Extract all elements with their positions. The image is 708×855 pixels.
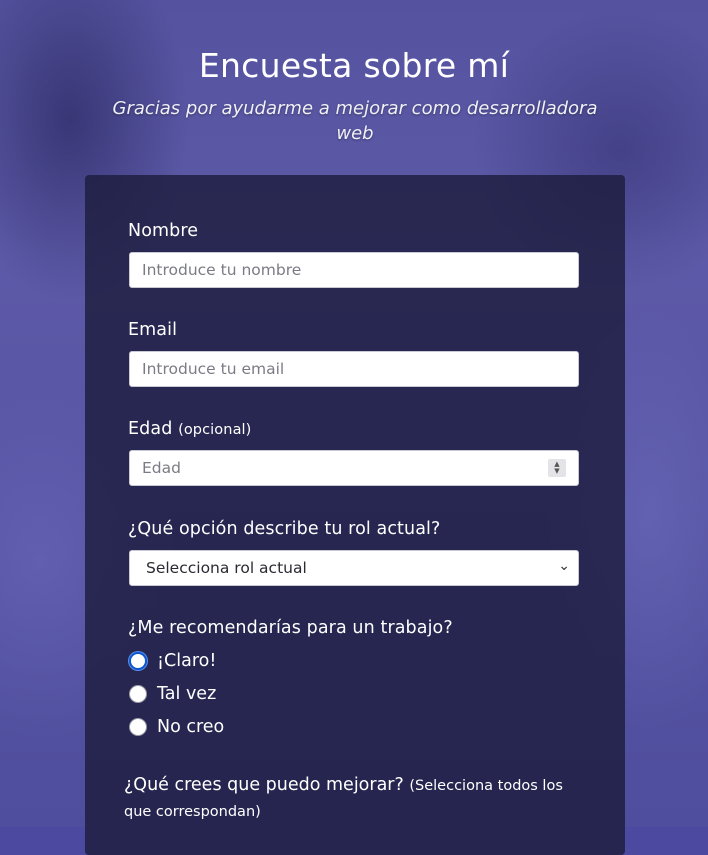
age-label: Edad (opcional) bbox=[128, 419, 251, 439]
recommend-option-label: ¡Claro! bbox=[157, 651, 217, 671]
role-select[interactable]: Selecciona rol actual ⌄ bbox=[129, 550, 579, 586]
name-label: Nombre bbox=[128, 221, 199, 241]
age-placeholder: Edad bbox=[142, 459, 181, 477]
recommend-option-label: Tal vez bbox=[157, 684, 217, 704]
recommend-option-label: No creo bbox=[157, 717, 225, 737]
page-title: Encuesta sobre mí bbox=[198, 46, 510, 85]
radio-checked-icon[interactable] bbox=[129, 652, 147, 670]
age-label-text: Edad bbox=[128, 419, 173, 439]
improve-label: ¿Qué crees que puedo mejorar? (Seleccion… bbox=[124, 773, 594, 825]
survey-form: Nombre Introduce tu nombre Email Introdu… bbox=[85, 175, 625, 855]
role-select-value: Selecciona rol actual bbox=[146, 559, 307, 577]
age-optional-note: (opcional) bbox=[178, 422, 252, 438]
radio-icon[interactable] bbox=[129, 685, 147, 703]
page-subtitle: Gracias por ayudarme a mejorar como desa… bbox=[112, 98, 598, 144]
age-input[interactable]: Edad ▲ ▼ bbox=[129, 450, 579, 486]
email-label: Email bbox=[128, 320, 178, 340]
email-input[interactable]: Introduce tu email bbox=[129, 351, 579, 387]
recommend-option-tal-vez[interactable]: Tal vez bbox=[129, 684, 216, 704]
improve-label-text: ¿Qué crees que puedo mejorar? bbox=[124, 775, 404, 795]
role-label: ¿Qué opción describe tu rol actual? bbox=[128, 519, 441, 539]
recommend-option-no-creo[interactable]: No creo bbox=[129, 717, 224, 737]
recommend-option-claro[interactable]: ¡Claro! bbox=[129, 651, 216, 671]
radio-icon[interactable] bbox=[129, 718, 147, 736]
name-input[interactable]: Introduce tu nombre bbox=[129, 252, 579, 288]
chevron-down-icon: ⌄ bbox=[558, 558, 570, 574]
recommend-label: ¿Me recomendarías para un trabajo? bbox=[128, 618, 453, 638]
number-spinner-icon[interactable]: ▲ ▼ bbox=[548, 459, 566, 477]
